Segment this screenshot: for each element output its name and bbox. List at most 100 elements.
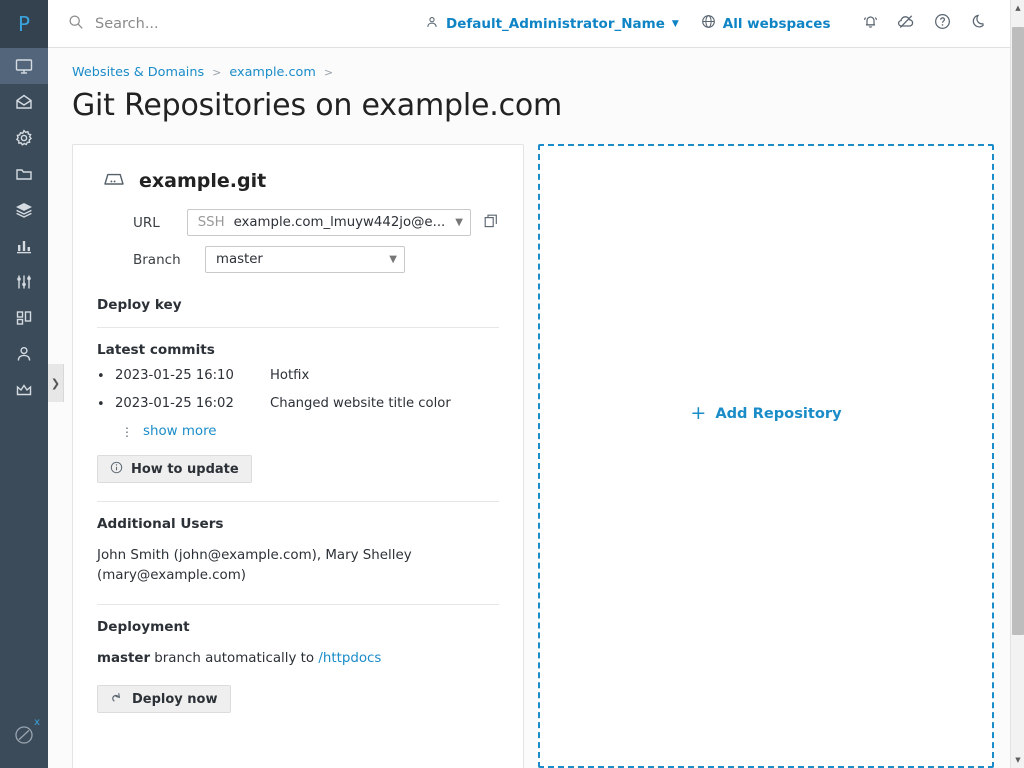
breadcrumb-item-example-com[interactable]: example.com — [229, 65, 315, 80]
moon-icon — [969, 12, 988, 35]
bell-icon — [861, 12, 880, 35]
search-area[interactable] — [48, 14, 425, 34]
breadcrumb-separator-icon: > — [212, 66, 222, 79]
sidebar-item-extensions[interactable] — [0, 300, 48, 336]
scroll-up-button[interactable]: ▲ — [1011, 0, 1024, 16]
person-icon — [14, 344, 34, 364]
commit-message: Hotfix — [270, 368, 310, 383]
url-protocol: SSH — [197, 215, 225, 230]
bullet-icon: • — [97, 369, 105, 384]
branch-label: Branch — [133, 251, 181, 268]
close-icon[interactable]: x — [34, 718, 40, 728]
bullet-icon: • — [97, 397, 105, 412]
folder-icon — [14, 164, 34, 184]
copy-url-button[interactable] — [483, 213, 499, 233]
sidebar-item-licenses[interactable] — [0, 372, 48, 408]
cloud-slash-button[interactable] — [888, 6, 924, 42]
divider-2 — [97, 501, 499, 502]
sidebar-item-statistics[interactable] — [0, 228, 48, 264]
breadcrumb: Websites & Domains > example.com > — [48, 48, 1010, 80]
repository-card: example.git URL SSH example.com_lmuyw442… — [72, 144, 524, 768]
branch-value: master — [216, 252, 263, 267]
scroll-down-button[interactable]: ▼ — [1011, 752, 1024, 768]
page-scrollbar[interactable]: ▲ ▼ — [1010, 0, 1024, 768]
additional-users-title: Additional Users — [97, 516, 224, 532]
deployment-section: Deployment master branch automatically t… — [97, 619, 499, 713]
search-input[interactable] — [95, 15, 425, 32]
sidebar-item-files[interactable] — [0, 156, 48, 192]
sidebar-collapse-handle[interactable]: ❯ — [48, 364, 64, 402]
app-window: P x ❯ Search... Default_Administrator_Na… — [0, 0, 1024, 768]
chevron-down-icon: ▼ — [671, 18, 679, 29]
globe-icon — [701, 14, 716, 33]
how-to-update-label: How to update — [131, 461, 239, 477]
layers-icon — [14, 200, 34, 220]
deployment-text: master branch automatically to /httpdocs — [97, 649, 499, 669]
repository-name: example.git — [139, 170, 267, 192]
commit-date: 2023-01-25 16:02 — [115, 396, 234, 411]
chevron-down-icon: ▼ — [455, 217, 463, 228]
cloud-slash-icon — [896, 12, 916, 36]
info-icon — [110, 461, 123, 478]
triangle-up-icon: ▲ — [1015, 3, 1021, 12]
all-webspaces-label: All webspaces — [722, 15, 831, 32]
envelope-icon — [14, 92, 34, 112]
divider-1 — [97, 327, 499, 328]
header-actions: Default_Administrator_Name ▼ All webspac… — [425, 6, 1010, 42]
top-header: Default_Administrator_Name ▼ All webspac… — [48, 0, 1010, 48]
content-area: Websites & Domains > example.com > Git R… — [48, 48, 1010, 768]
scrollbar-thumb[interactable] — [1012, 27, 1024, 635]
sidebar-item-tools-and-settings[interactable] — [0, 264, 48, 300]
vertical-dots-icon: ⋮ — [121, 424, 133, 439]
url-select[interactable]: SSH example.com_lmuyw442jo@e... ▼ — [186, 209, 471, 236]
commit-date: 2023-01-25 16:10 — [115, 368, 234, 383]
sidebar-item-databases[interactable] — [0, 192, 48, 228]
sliders-icon — [14, 272, 34, 292]
show-more-link[interactable]: show more — [143, 424, 217, 439]
sidebar-item-websites-and-domains[interactable] — [0, 48, 48, 84]
url-value: example.com_lmuyw442jo@e... — [233, 215, 446, 230]
latest-commits-section: Latest commits • 2023-01-25 16:10 Hotfix… — [97, 342, 499, 439]
copy-icon — [483, 213, 499, 233]
deployment-title: Deployment — [97, 619, 190, 635]
add-repository-button[interactable]: + Add Repository — [690, 402, 841, 424]
circle-slash-icon — [13, 724, 35, 750]
additional-users-section: Additional Users John Smith (john@exampl… — [97, 516, 499, 586]
branch-select[interactable]: master ▼ — [205, 246, 405, 273]
deployment-branch: master — [97, 651, 151, 666]
account-menu[interactable]: Default_Administrator_Name ▼ — [425, 15, 679, 33]
repository-disk-icon — [101, 167, 127, 195]
plesk-logo[interactable]: P — [0, 0, 48, 48]
divider-3 — [97, 604, 499, 605]
sidebar: P x — [0, 0, 48, 768]
sidebar-item-users[interactable] — [0, 336, 48, 372]
account-name: Default_Administrator_Name — [446, 15, 665, 32]
gear-icon — [14, 128, 34, 148]
url-label: URL — [133, 214, 160, 231]
grid-icon — [14, 308, 34, 328]
notifications-button[interactable] — [852, 6, 888, 42]
sidebar-item-applications[interactable] — [0, 120, 48, 156]
commit-message: Changed website title color — [270, 396, 451, 411]
page-title: Git Repositories on example.com — [72, 88, 563, 123]
triangle-down-icon: ▼ — [1015, 755, 1021, 764]
additional-users-text: John Smith (john@example.com), Mary Shel… — [97, 548, 412, 583]
all-webspaces-link[interactable]: All webspaces — [701, 14, 831, 33]
deployment-text-middle: branch automatically to — [150, 651, 319, 666]
deployment-target-link[interactable]: /httpdocs — [318, 651, 381, 666]
url-row: URL SSH example.com_lmuyw442jo@e... ▼ — [97, 209, 499, 236]
sidebar-item-no-entry[interactable]: x — [0, 718, 48, 750]
search-icon — [68, 14, 84, 34]
dark-mode-button[interactable] — [960, 6, 996, 42]
plus-icon: + — [690, 402, 707, 424]
breadcrumb-item-websites-and-domains[interactable]: Websites & Domains — [72, 65, 204, 80]
add-repository-panel[interactable]: + Add Repository — [538, 144, 994, 768]
help-button[interactable] — [924, 6, 960, 42]
crown-icon — [14, 380, 34, 400]
sidebar-item-mail[interactable] — [0, 84, 48, 120]
list-item: • 2023-01-25 16:10 Hotfix — [97, 368, 499, 385]
how-to-update-button[interactable]: How to update — [97, 455, 252, 483]
monitor-icon — [14, 56, 34, 76]
commits-list: • 2023-01-25 16:10 Hotfix • 2023-01-25 1… — [97, 368, 499, 413]
deploy-now-button[interactable]: Deploy now — [97, 685, 231, 713]
